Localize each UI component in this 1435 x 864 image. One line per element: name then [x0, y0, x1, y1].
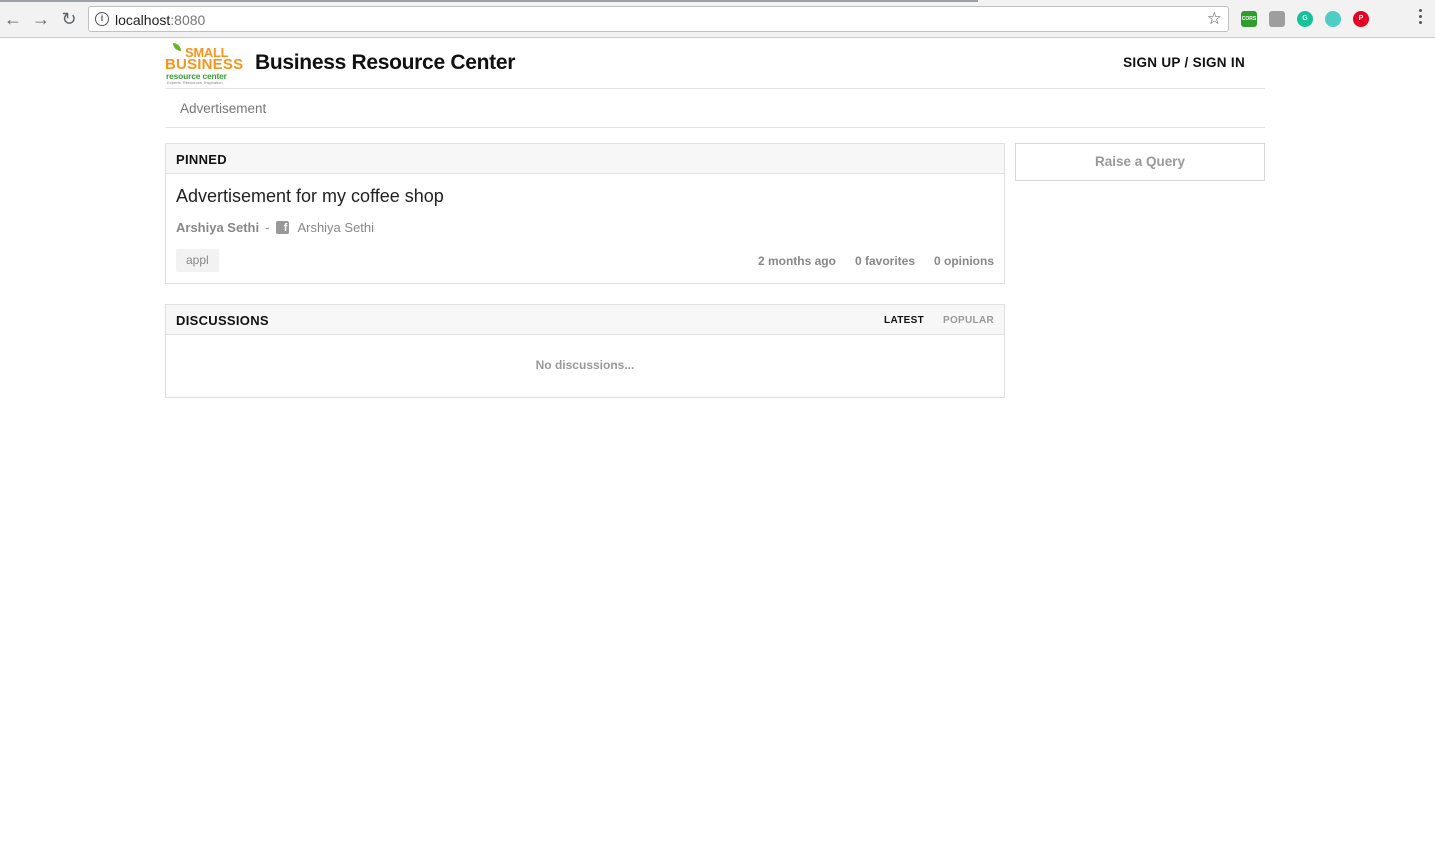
- logo-leaf-icon: [173, 43, 181, 51]
- forward-icon[interactable]: →: [30, 8, 52, 30]
- grammarly-extension-icon[interactable]: G: [1297, 11, 1313, 27]
- facebook-icon: f: [276, 221, 290, 234]
- site-info-icon[interactable]: i: [95, 12, 109, 26]
- address-bar[interactable]: i localhost:8080 ☆: [88, 6, 1229, 32]
- social-author-name[interactable]: Arshiya Sethi: [297, 220, 374, 235]
- discussions-list: No discussions...: [166, 335, 1004, 397]
- browser-toolbar: ← → ↻ i localhost:8080 ☆ CORS G P: [0, 0, 1435, 38]
- post-opinions[interactable]: 0 opinions: [934, 254, 994, 268]
- logo-tagline: Experts. Resources. Inspiration.: [167, 80, 224, 85]
- bookmark-star-icon[interactable]: ☆: [1207, 9, 1222, 29]
- post-stats: 2 months ago 0 favorites 0 opinions: [758, 254, 994, 268]
- url-port: :8080: [170, 12, 206, 28]
- site-header: SMALL BUSINESS resource center Experts. …: [165, 38, 1265, 89]
- browser-menu-icon[interactable]: [1417, 9, 1423, 27]
- site-logo[interactable]: SMALL BUSINESS resource center Experts. …: [165, 43, 245, 85]
- post-meta: Arshiya Sethi - f Arshiya Sethi: [176, 220, 374, 235]
- tab-popular[interactable]: POPULAR: [943, 315, 994, 326]
- pinned-post: Advertisement for my coffee shop Arshiya…: [166, 174, 1004, 283]
- circle-extension-icon[interactable]: [1325, 11, 1341, 27]
- cors-extension-icon[interactable]: CORS: [1241, 11, 1257, 27]
- meta-separator: -: [265, 220, 270, 235]
- pinterest-extension-icon[interactable]: P: [1353, 11, 1369, 27]
- discussions-panel-header: DISCUSSIONS LATEST POPULAR: [166, 305, 1004, 335]
- sign-up-sign-in-link[interactable]: SIGN UP / SIGN IN: [1123, 55, 1245, 70]
- profile-extension-icon[interactable]: [1269, 11, 1285, 27]
- pinned-heading: PINNED: [176, 152, 227, 167]
- sidebar: Raise a Query: [1015, 143, 1265, 181]
- advertisement-bar: Advertisement: [165, 89, 1265, 128]
- page-container: SMALL BUSINESS resource center Experts. …: [165, 38, 1265, 128]
- tab-latest[interactable]: LATEST: [884, 315, 924, 326]
- empty-discussions-message: No discussions...: [535, 358, 635, 372]
- page-load-progress: [0, 0, 978, 2]
- post-tag[interactable]: appl: [176, 249, 219, 272]
- grammarly-extension-label: G: [1302, 15, 1308, 22]
- pinterest-extension-label: P: [1358, 15, 1364, 22]
- pinned-panel: PINNED Advertisement for my coffee shop …: [165, 143, 1005, 284]
- cors-extension-label: CORS: [1241, 16, 1257, 22]
- pinned-panel-header: PINNED: [166, 144, 1004, 174]
- reload-icon[interactable]: ↻: [58, 8, 80, 30]
- post-author[interactable]: Arshiya Sethi: [176, 220, 259, 235]
- discussions-panel: DISCUSSIONS LATEST POPULAR No discussion…: [165, 304, 1005, 398]
- discussions-heading: DISCUSSIONS: [176, 313, 269, 328]
- site-title[interactable]: Business Resource Center: [255, 51, 515, 75]
- url-host: localhost: [115, 12, 171, 28]
- post-title-link[interactable]: Advertisement for my coffee shop: [176, 186, 444, 207]
- post-time: 2 months ago: [757, 254, 836, 268]
- main-column: PINNED Advertisement for my coffee shop …: [165, 143, 1005, 398]
- advertisement-label: Advertisement: [180, 101, 267, 116]
- back-icon[interactable]: ←: [2, 8, 24, 30]
- post-favorites[interactable]: 0 favorites: [855, 254, 915, 268]
- url-text[interactable]: localhost:8080: [115, 12, 205, 28]
- raise-query-button[interactable]: Raise a Query: [1015, 143, 1265, 181]
